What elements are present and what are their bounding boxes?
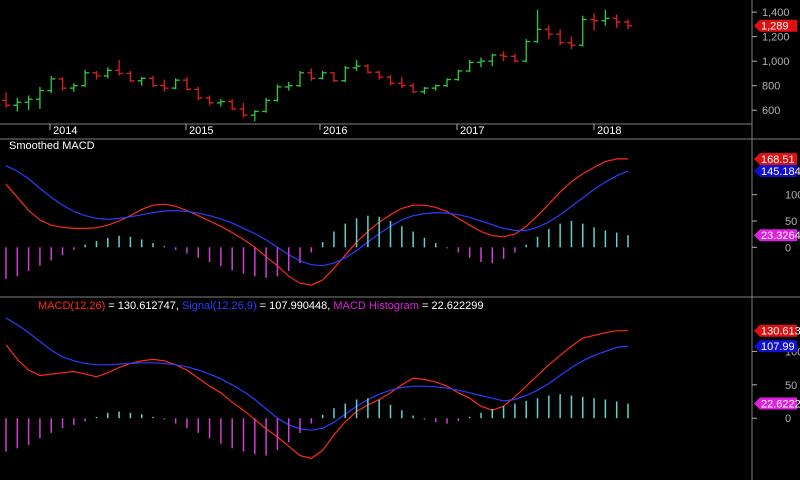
ohlc-bar — [590, 13, 599, 31]
ohlc-bar — [296, 70, 305, 87]
ohlc-bar — [499, 51, 508, 62]
price-panel: 1,400 1,200 1,000 800 600 2014 2015 2016 2017 201… — [2, 7, 797, 137]
ohlc-bar — [352, 59, 361, 71]
y-tick-label: 600 — [762, 105, 780, 117]
ohlc-bar — [454, 69, 463, 81]
ohlc-bar — [329, 72, 338, 82]
smoothed-macd-panel: Smoothed MACD 100 50 0 168.51145.184 23.3264 — [5, 140, 800, 286]
legend-macd-value: = 130.612747, — [105, 300, 182, 312]
ohlc-bar — [47, 75, 56, 94]
ohlc-bar — [318, 70, 327, 80]
legend-signal-value: = 107.990448, — [257, 300, 334, 312]
ohlc-bar — [375, 70, 384, 80]
macd-line — [5, 158, 628, 286]
ohlc-bar — [115, 59, 124, 76]
panel-frame — [0, 0, 800, 480]
ohlc-bar — [35, 86, 44, 109]
ohlc-bar — [149, 75, 158, 87]
ohlc-bar — [205, 95, 214, 106]
ohlc-bar — [601, 9, 610, 26]
legend-macd-name: MACD(12,26) — [38, 300, 105, 312]
macd-legend: MACD(12,26) = 130.612747, Signal(12,26,9… — [38, 300, 484, 312]
ohlc-bar — [2, 92, 10, 108]
y-tick-label: 1,400 — [762, 7, 790, 19]
ohlc-bar — [239, 102, 248, 118]
ohlc-bar — [262, 97, 271, 113]
y-tick-label: 0 — [785, 413, 791, 425]
ohlc-bar — [397, 77, 406, 89]
x-tick-label: 2015 — [189, 125, 213, 137]
chart-window: 1,400 1,200 1,000 800 600 2014 2015 2016 2017 201… — [0, 0, 800, 480]
ohlc-bar — [194, 86, 203, 101]
ohlc-bar — [612, 14, 621, 29]
smoothed-macd-title: Smoothed MACD — [9, 140, 95, 152]
value-tag-label: 130.613 — [761, 326, 800, 338]
ohlc-bar — [431, 84, 440, 91]
y-tick-label: 1,200 — [762, 32, 790, 44]
ohlc-bar — [69, 83, 78, 92]
signal-line — [5, 165, 629, 267]
ohlc-bar — [81, 69, 90, 87]
ohlc-bar — [465, 59, 474, 73]
ohlc-bar — [24, 95, 33, 111]
ohlc-bar — [578, 15, 587, 47]
ohlc-bar — [443, 78, 452, 87]
ohlc-bar — [386, 74, 395, 86]
y-tick-label: 1,000 — [762, 56, 790, 68]
ohlc-bar — [522, 39, 531, 63]
ohlc-bar — [228, 99, 237, 111]
ohlc-bar — [567, 36, 576, 49]
ohlc-bar — [284, 82, 293, 91]
y-tick-label: 0 — [785, 242, 791, 254]
value-tag-label: 22.6222 — [761, 399, 800, 411]
legend-histogram-value: = 22.622299 — [419, 300, 484, 312]
y-tick-label: 800 — [762, 81, 780, 93]
ohlc-bar — [533, 9, 542, 43]
y-tick-label: 100 — [785, 190, 800, 202]
value-tag-label: 1,289 — [761, 21, 789, 33]
ohlc-bar — [409, 83, 418, 94]
x-tick-label: 2016 — [323, 125, 347, 137]
x-tick-label: 2018 — [597, 125, 621, 137]
ohlc-bar — [250, 110, 259, 122]
value-tag-label: 107.99 — [761, 341, 795, 353]
y-tick-label: 50 — [785, 380, 797, 392]
ohlc-bar — [544, 25, 553, 40]
legend-histogram-name: MACD Histogram — [333, 300, 419, 312]
value-tag-label: 168.51 — [761, 154, 795, 166]
ohlc-bar — [556, 29, 565, 46]
signal-line — [5, 317, 629, 431]
ohlc-bar — [13, 97, 22, 112]
x-tick-label: 2014 — [53, 125, 77, 137]
value-tag-label: 23.3264 — [761, 230, 800, 242]
ohlc-bar — [103, 67, 112, 79]
ohlc-bar — [510, 53, 519, 63]
macd-line — [5, 330, 628, 459]
ohlc-bar — [182, 77, 191, 91]
ohlc-bar — [137, 77, 146, 86]
ohlc-bar — [341, 66, 350, 82]
ohlc-bar — [363, 64, 372, 74]
ohlc-bar — [273, 84, 282, 102]
ohlc-bar — [216, 99, 225, 107]
ohlc-bar — [624, 19, 632, 30]
ohlc-bar — [307, 68, 316, 81]
ohlc-bar — [476, 57, 485, 68]
legend-signal-name: Signal(12,26,9) — [182, 300, 257, 312]
y-tick-label: 50 — [785, 216, 797, 228]
chart-canvas: 1,400 1,200 1,000 800 600 2014 2015 2016 2017 201… — [0, 0, 800, 480]
ohlc-bar — [420, 86, 429, 95]
ohlc-bar — [488, 53, 497, 67]
ohlc-bar — [92, 70, 101, 80]
x-tick-label: 2017 — [460, 125, 484, 137]
value-tag-label: 145.184 — [761, 166, 800, 178]
ohlc-bar — [126, 70, 135, 82]
macd-panel: 100500130.613107.9922.6222MACD(12,26) = … — [5, 300, 800, 459]
ohlc-bar — [160, 79, 169, 92]
ohlc-bar — [58, 77, 67, 91]
ohlc-bar — [171, 78, 180, 90]
